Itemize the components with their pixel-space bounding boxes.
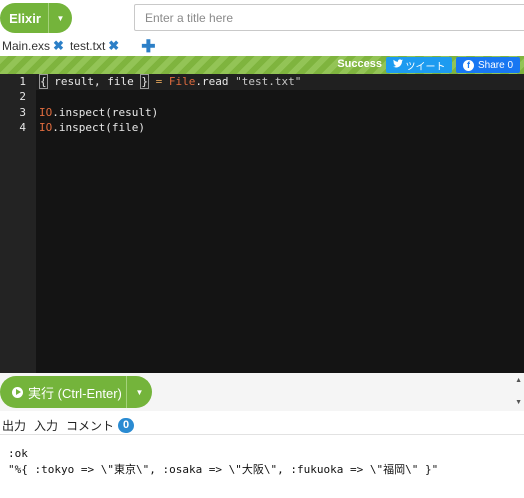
tab-label: Main.exs xyxy=(2,39,51,53)
output-line: :ok xyxy=(8,447,28,460)
tweet-label: ツイート xyxy=(405,61,446,73)
comment-count-badge: 0 xyxy=(118,418,135,433)
output-panel: :ok "%{ :tokyo => \"東京\", :osaka => \"大阪… xyxy=(0,446,524,478)
close-icon[interactable]: ✖ xyxy=(108,38,119,54)
output-tabs: 出力 入力 コメント 0 xyxy=(0,417,524,435)
tab-input[interactable]: 入力 xyxy=(34,417,58,434)
scroll-down-icon[interactable]: ▼ xyxy=(515,399,522,406)
run-bar: 実行 (Ctrl-Enter) ▼ ▲ ▼ xyxy=(0,373,524,411)
title-input[interactable] xyxy=(134,4,524,31)
code-editor[interactable]: 1 2 3 4 { result, file } = File.read "te… xyxy=(0,74,524,373)
run-button[interactable]: 実行 (Ctrl-Enter) xyxy=(0,376,126,408)
top-toolbar: Elixir ▼ xyxy=(0,0,524,36)
run-control[interactable]: 実行 (Ctrl-Enter) ▼ xyxy=(0,376,152,408)
play-icon xyxy=(12,386,23,398)
status-text: Success xyxy=(337,58,382,70)
output-line: "%{ :tokyo => \"東京\", :osaka => \"大阪\", … xyxy=(8,463,439,476)
comments-label: コメント xyxy=(66,419,115,433)
tab-output[interactable]: 出力 xyxy=(2,417,26,434)
app-root: Elixir ▼ Main.exs ✖ test.txt ✖ ✚ Success… xyxy=(0,0,524,498)
code-line[interactable]: IO.inspect(file) xyxy=(39,120,145,136)
file-tabs: Main.exs ✖ test.txt ✖ ✚ xyxy=(0,36,524,56)
caret-down-icon: ▼ xyxy=(135,387,144,397)
status-bar: Success ツイート f Share 0 xyxy=(0,56,524,74)
line-number: 2 xyxy=(19,90,26,103)
facebook-share-button[interactable]: f Share 0 xyxy=(456,57,520,73)
line-number-gutter: 1 2 3 4 xyxy=(0,74,36,373)
language-button[interactable]: Elixir xyxy=(0,3,48,33)
tab-comments[interactable]: コメント 0 xyxy=(66,417,135,434)
facebook-icon: f xyxy=(462,59,474,71)
line-number: 1 xyxy=(19,75,26,88)
run-label: 実行 (Ctrl-Enter) xyxy=(28,385,122,401)
code-line[interactable]: { result, file } = File.read "test.txt" xyxy=(39,74,301,90)
line-number: 3 xyxy=(19,106,26,119)
tweet-button[interactable]: ツイート xyxy=(386,57,452,73)
twitter-bird-icon xyxy=(392,59,403,71)
caret-down-icon: ▼ xyxy=(56,13,65,23)
code-line[interactable]: IO.inspect(result) xyxy=(39,105,158,121)
scroll-up-icon[interactable]: ▲ xyxy=(515,377,522,384)
run-dropdown-caret[interactable]: ▼ xyxy=(126,376,152,408)
tab-label: test.txt xyxy=(69,39,106,53)
tab-test-txt[interactable]: test.txt ✖ xyxy=(70,38,119,54)
add-tab-icon[interactable]: ✚ xyxy=(141,38,155,55)
tab-main-exs[interactable]: Main.exs ✖ xyxy=(0,38,64,54)
language-selector[interactable]: Elixir ▼ xyxy=(0,3,72,33)
language-dropdown-caret[interactable]: ▼ xyxy=(48,3,72,33)
share-label: Share 0 xyxy=(477,59,514,71)
close-icon[interactable]: ✖ xyxy=(53,38,64,54)
line-number: 4 xyxy=(19,121,26,134)
